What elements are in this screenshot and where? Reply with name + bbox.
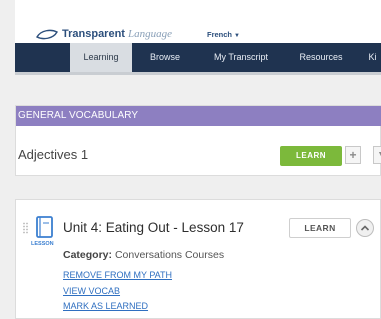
drag-handle-icon[interactable] bbox=[23, 222, 28, 234]
main-nav: Learning Browse My Transcript Resources … bbox=[15, 43, 381, 72]
mark-as-learned-link[interactable]: MARK AS LEARNED bbox=[63, 301, 148, 311]
tab-my-transcript[interactable]: My Transcript bbox=[199, 43, 283, 72]
lesson-title[interactable]: Unit 4: Eating Out - Lesson 17 bbox=[63, 220, 244, 235]
remove-from-path-link[interactable]: REMOVE FROM MY PATH bbox=[63, 270, 172, 280]
language-select[interactable]: French ▼ bbox=[207, 30, 240, 39]
vocab-card-title[interactable]: Adjectives 1 bbox=[18, 147, 88, 162]
lesson-learn-button[interactable]: LEARN bbox=[289, 218, 351, 238]
chevron-down-icon: ▼ bbox=[378, 151, 381, 158]
category-value: Conversations Courses bbox=[114, 249, 225, 261]
more-options-button[interactable]: ▼ bbox=[373, 146, 381, 164]
tab-learning[interactable]: Learning bbox=[70, 43, 132, 72]
chevron-up-icon bbox=[360, 225, 370, 231]
lesson-book-icon bbox=[36, 216, 53, 238]
plus-icon: + bbox=[349, 148, 357, 162]
lesson-card: LESSON Unit 4: Eating Out - Lesson 17 LE… bbox=[15, 199, 381, 319]
caret-down-icon: ▼ bbox=[234, 33, 240, 39]
category-line: Category: Conversations Courses bbox=[63, 249, 224, 261]
view-vocab-link[interactable]: VIEW VOCAB bbox=[63, 286, 120, 296]
lesson-tag: LESSON bbox=[31, 241, 54, 247]
add-button[interactable]: + bbox=[345, 146, 361, 164]
logo-icon bbox=[36, 29, 58, 40]
tab-resources[interactable]: Resources bbox=[286, 43, 356, 72]
tab-ki[interactable]: Ki bbox=[364, 43, 381, 72]
language-select-value: French bbox=[207, 30, 233, 39]
top-header: Transparent Language French ▼ bbox=[15, 0, 381, 44]
category-label: Category: bbox=[63, 249, 113, 261]
learn-button[interactable]: LEARN bbox=[280, 146, 342, 166]
brand-suffix: Language bbox=[127, 28, 172, 40]
brand-name: Transparent bbox=[62, 28, 125, 40]
brand-logo[interactable]: Transparent Language bbox=[35, 28, 172, 40]
vocab-card: GENERAL VOCABULARY Adjectives 1 LEARN + … bbox=[15, 105, 381, 176]
tab-browse[interactable]: Browse bbox=[136, 43, 194, 72]
nav-divider bbox=[15, 72, 381, 75]
collapse-button[interactable] bbox=[356, 219, 374, 237]
vocab-card-header: GENERAL VOCABULARY bbox=[16, 106, 381, 126]
